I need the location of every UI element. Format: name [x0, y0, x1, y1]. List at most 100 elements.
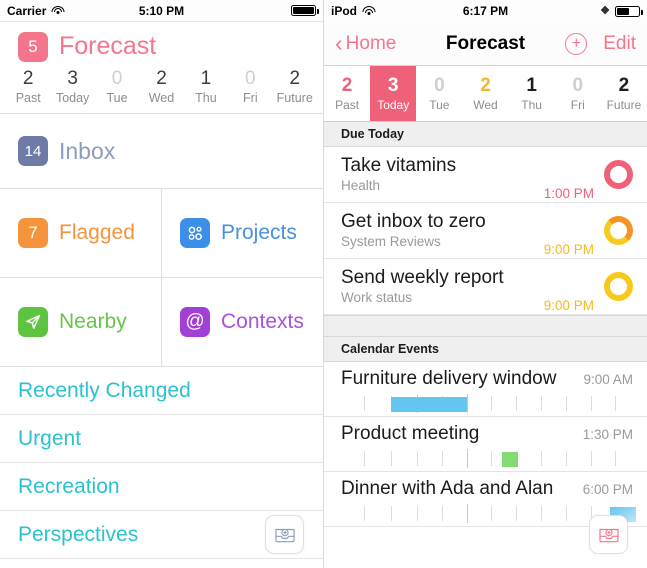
day-count: 3 [387, 74, 399, 96]
projects-label: Projects [221, 221, 297, 244]
flag-badge-icon: 7 [18, 218, 48, 248]
left-day-label: Tue [106, 91, 128, 105]
table-row[interactable]: Take vitamins Health 1:00 PM [324, 147, 647, 203]
forecast-header-row[interactable]: 5 Forecast [0, 22, 323, 67]
back-button-label: Home [345, 32, 397, 54]
table-row[interactable]: Send weekly report Work status 9:00 PM [324, 259, 647, 315]
left-day-count: 2 [289, 68, 301, 89]
event-block [501, 452, 518, 467]
left-day-label: Today [55, 91, 90, 105]
sidebar-item-contexts[interactable]: @ Contexts [162, 278, 323, 366]
sidebar-item-inbox[interactable]: 14 Inbox [0, 114, 323, 189]
left-day-label: Past [15, 91, 41, 105]
day-count: 1 [526, 74, 537, 96]
nearby-label: Nearby [59, 310, 127, 333]
task-title: Take vitamins [341, 155, 457, 176]
dual-screenshot: Carrier 5:10 PM 5 Forecast 2 Past 3 Toda… [0, 0, 647, 568]
right-clock: 6:17 PM [462, 4, 509, 18]
day-label: Past [335, 97, 360, 112]
section-spacer [324, 315, 647, 337]
left-day-future[interactable]: 2 Future [273, 67, 317, 107]
left-day-count: 2 [22, 68, 34, 89]
bluetooth-icon: ❖ [600, 4, 610, 17]
task-title: Get inbox to zero [341, 211, 486, 232]
left-panel-home: Carrier 5:10 PM 5 Forecast 2 Past 3 Toda… [0, 0, 324, 568]
forecast-badge-icon: 5 [18, 31, 48, 62]
day-tab-today[interactable]: 3 Today [370, 66, 417, 121]
wifi-icon [51, 5, 65, 16]
left-day-past[interactable]: 2 Past [6, 67, 50, 107]
device-label: iPod [331, 4, 357, 18]
sidebar-item-projects[interactable]: Projects [162, 189, 323, 277]
left-day-count: 3 [67, 68, 78, 89]
task-due-time: 9:00 PM [543, 298, 594, 313]
left-day-label: Future [276, 91, 313, 105]
event-timeline [341, 394, 633, 416]
day-tab-fri[interactable]: 0 Fri [555, 66, 601, 121]
left-day-fri[interactable]: 0 Fri [228, 67, 272, 107]
inbox-add-button-right[interactable] [589, 515, 628, 554]
navigation-bar: ‹ Home Forecast + Edit [324, 22, 647, 66]
day-label: Future [606, 97, 642, 112]
task-project: Work status [341, 290, 413, 305]
event-title: Dinner with Ada and Alan [341, 478, 554, 499]
task-status-circle[interactable] [604, 216, 633, 245]
task-status-circle[interactable] [604, 272, 633, 301]
task-status-circle[interactable] [604, 160, 633, 189]
sidebar-item-flagged[interactable]: 7 Flagged [0, 189, 162, 277]
section-header-due-today: Due Today [324, 122, 647, 147]
projects-dots-icon [180, 218, 210, 248]
left-day-thu[interactable]: 1 Thu [184, 67, 228, 107]
day-tab-wed[interactable]: 2 Wed [462, 66, 508, 121]
inbox-add-icon [598, 528, 619, 543]
day-label: Fri [570, 97, 585, 112]
inbox-badge-icon: 14 [18, 136, 48, 166]
inbox-badge-count: 14 [24, 142, 42, 160]
left-status-bar: Carrier 5:10 PM [0, 0, 323, 22]
day-label: Today [377, 97, 410, 112]
chevron-left-icon: ‹ [335, 30, 343, 56]
flagged-badge-count: 7 [28, 223, 38, 242]
right-daybar[interactable]: 2 Past 3 Today 0 Tue 2 Wed 1 Thu 0 Fri 2… [324, 66, 647, 122]
left-day-today[interactable]: 3 Today [50, 67, 94, 107]
right-status-bar: iPod 6:17 PM ❖ [324, 0, 647, 22]
edit-button[interactable]: Edit [603, 33, 636, 55]
day-count: 0 [572, 74, 584, 96]
list-item[interactable]: Recently Changed [0, 367, 323, 415]
left-day-count: 2 [156, 68, 167, 89]
event-time: 1:30 PM [582, 427, 633, 442]
contexts-label: Contexts [221, 310, 304, 333]
task-due-time: 1:00 PM [543, 186, 594, 201]
right-panel-forecast: iPod 6:17 PM ❖ ‹ Home Forecast + Edit 2 … [324, 0, 647, 568]
day-label: Wed [473, 97, 498, 112]
list-item[interactable]: Recreation [0, 463, 323, 511]
day-count: 2 [480, 74, 491, 96]
event-title: Furniture delivery window [341, 368, 557, 389]
task-due-time: 9:00 PM [543, 242, 594, 257]
battery-half-icon [615, 5, 643, 17]
left-daybar[interactable]: 2 Past 3 Today 0 Tue 2 Wed 1 Thu 0 Fri 2… [0, 67, 323, 114]
day-count: 2 [618, 74, 630, 96]
left-day-count: 1 [200, 68, 212, 89]
left-day-count: 0 [111, 68, 123, 89]
inbox-add-button-left[interactable] [265, 515, 304, 554]
day-tab-future[interactable]: 2 Future [601, 66, 647, 121]
sidebar-item-nearby[interactable]: Nearby [0, 278, 162, 366]
inbox-add-icon [274, 528, 295, 543]
day-tab-past[interactable]: 2 Past [324, 66, 370, 121]
event-block [390, 397, 467, 412]
back-button-home[interactable]: ‹ Home [335, 30, 397, 56]
day-label: Tue [429, 97, 450, 112]
left-day-tue[interactable]: 0 Tue [95, 67, 139, 107]
left-day-wed[interactable]: 2 Wed [139, 67, 183, 107]
list-item[interactable]: Product meeting 1:30 PM [324, 417, 647, 472]
day-tab-tue[interactable]: 0 Tue [416, 66, 462, 121]
list-item[interactable]: Urgent [0, 415, 323, 463]
table-row[interactable]: Get inbox to zero System Reviews 9:00 PM [324, 203, 647, 259]
add-item-button[interactable]: + [565, 32, 588, 55]
day-tab-thu[interactable]: 1 Thu [509, 66, 555, 121]
left-day-label: Wed [148, 91, 175, 105]
list-item[interactable]: Furniture delivery window 9:00 AM [324, 362, 647, 417]
location-arrow-icon [18, 307, 48, 337]
flagged-label: Flagged [59, 221, 135, 244]
